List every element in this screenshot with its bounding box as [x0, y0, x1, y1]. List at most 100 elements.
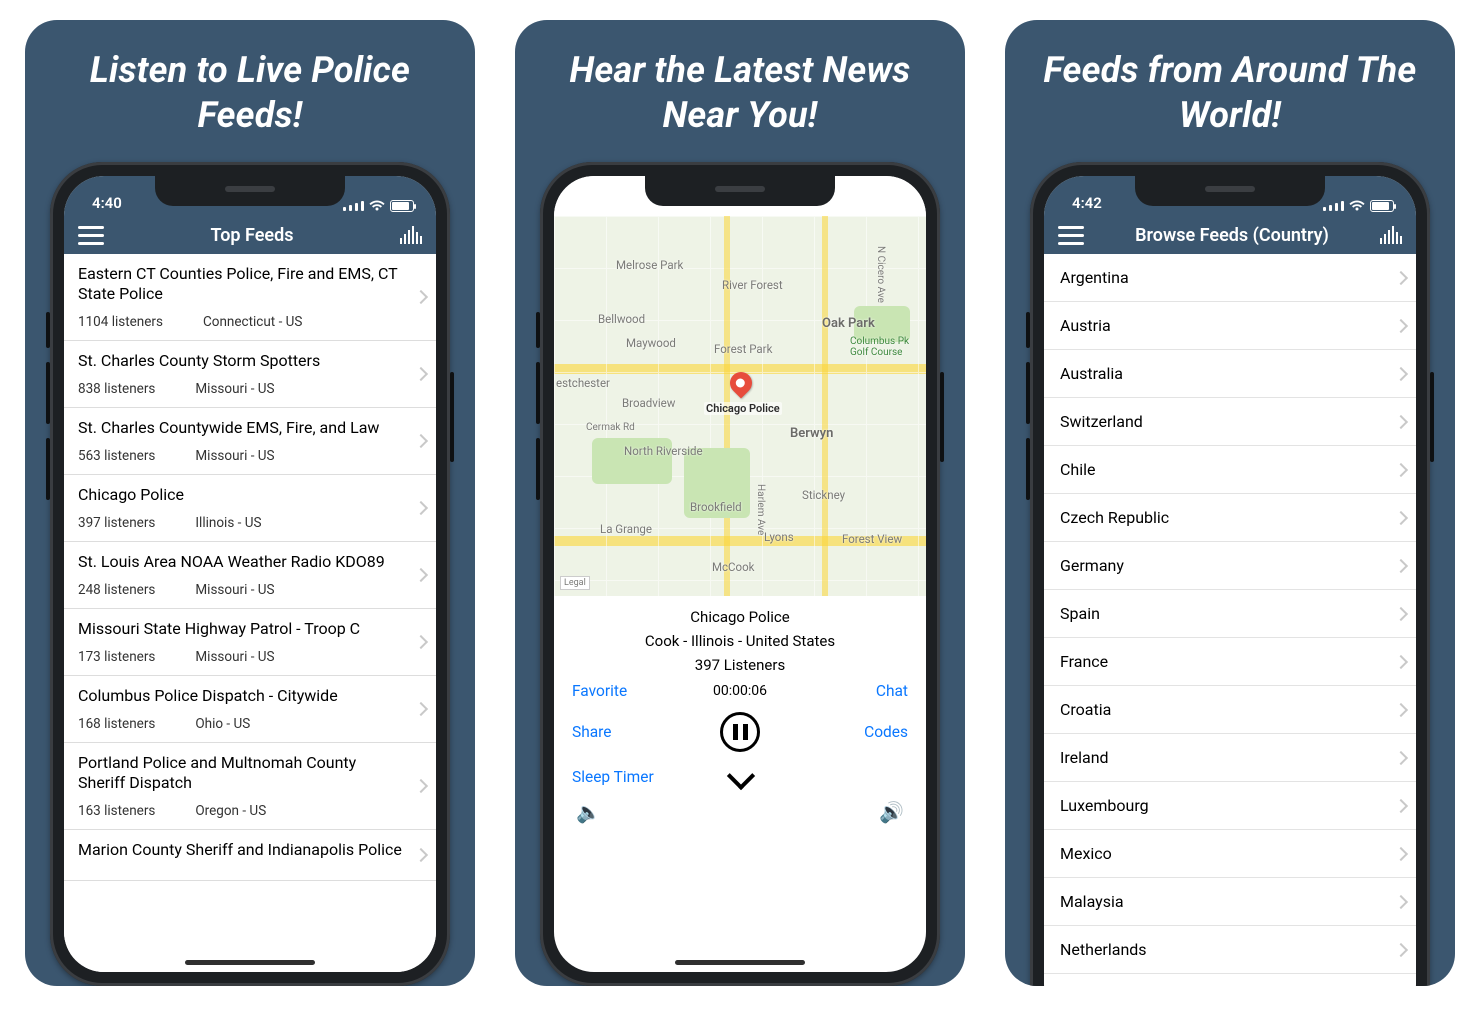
elapsed-time: 00:00:06 [713, 683, 767, 699]
country-row[interactable]: Mexico [1044, 830, 1416, 878]
feed-title: Columbus Police Dispatch - Citywide [78, 686, 406, 706]
feed-row[interactable]: Portland Police and Multnomah County She… [64, 743, 436, 830]
nav-title: Top Feeds [211, 225, 294, 246]
player-info: Chicago Police Cook - Illinois - United … [554, 596, 926, 824]
country-row[interactable]: Czech Republic [1044, 494, 1416, 542]
feed-row[interactable]: St. Charles County Storm Spotters838 lis… [64, 341, 436, 408]
nav-title: Browse Feeds (Country) [1135, 225, 1329, 246]
battery-icon [1370, 200, 1394, 212]
chevron-right-icon [414, 290, 428, 304]
feed-listeners: 173 listeners [78, 649, 155, 665]
country-row[interactable]: Germany [1044, 542, 1416, 590]
countries-list[interactable]: ArgentinaAustria Australia SwitzerlandChil… [1044, 254, 1416, 986]
feed-location: Illinois - US [195, 515, 261, 531]
chevron-down-icon[interactable] [727, 764, 753, 790]
map-label: North Riverside [624, 444, 703, 458]
phone-mock: Melrose Park River Forest Bellwood Maywo… [540, 162, 940, 986]
feed-location: Missouri - US [195, 448, 274, 464]
country-row[interactable]: Ireland [1044, 734, 1416, 782]
menu-icon[interactable] [78, 226, 104, 245]
feed-title: Chicago Police [78, 485, 406, 505]
country-name: Ireland [1060, 748, 1109, 767]
map-pin-icon[interactable] [730, 372, 754, 396]
map-label: McCook [712, 560, 755, 574]
pause-button[interactable] [720, 712, 760, 752]
feed-listeners: 1104 listeners [78, 314, 163, 330]
signal-icon [343, 201, 364, 211]
signal-icon [1323, 201, 1344, 211]
chevron-right-icon [1394, 750, 1408, 764]
phone-notch [1135, 176, 1325, 206]
country-row[interactable]: Austria [1044, 302, 1416, 350]
promo-headline: Listen to Live Police Feeds! [25, 20, 475, 162]
feed-location: Missouri - US [195, 381, 274, 397]
now-playing-icon[interactable] [1380, 226, 1402, 244]
feed-row[interactable]: St. Charles Countywide EMS, Fire, and La… [64, 408, 436, 475]
feed-listeners: 163 listeners [78, 803, 155, 819]
battery-icon [390, 200, 414, 212]
country-name: Mexico [1060, 844, 1112, 863]
feed-row[interactable]: St. Louis Area NOAA Weather Radio KDO892… [64, 542, 436, 609]
chevron-right-icon [1394, 846, 1408, 860]
country-row[interactable]: Australia [1044, 350, 1416, 398]
feeds-list[interactable]: Eastern CT Counties Police, Fire and EMS… [64, 254, 436, 972]
sleep-timer-button[interactable]: Sleep Timer [566, 768, 707, 786]
map-label: Columbus Pk Golf Course [850, 336, 920, 358]
country-row[interactable]: France [1044, 638, 1416, 686]
share-button[interactable]: Share [566, 723, 707, 741]
favorite-button[interactable]: Favorite [566, 682, 707, 700]
feed-listeners: 563 listeners [78, 448, 155, 464]
feed-location: Missouri - US [195, 582, 274, 598]
home-indicator [675, 960, 805, 965]
map-label: Harlem Ave [755, 484, 766, 535]
codes-button[interactable]: Codes [773, 723, 914, 741]
feed-location: Ohio - US [195, 716, 250, 732]
volume-up-icon[interactable]: 🔊 [879, 800, 904, 824]
map-label: estchester [556, 376, 610, 390]
country-row[interactable]: Peru [1044, 974, 1416, 986]
country-name: Australia [1060, 364, 1123, 383]
feed-title: Missouri State Highway Patrol - Troop C [78, 619, 406, 639]
country-row[interactable]: Spain [1044, 590, 1416, 638]
country-row[interactable]: Switzerland [1044, 398, 1416, 446]
phone-mock: 4:40 Top Feeds Eastern CT Counties Polic… [50, 162, 450, 986]
chevron-right-icon [414, 635, 428, 649]
country-row[interactable]: Chile [1044, 446, 1416, 494]
country-name: Spain [1060, 604, 1100, 623]
nav-bar: Browse Feeds (Country) [1044, 216, 1416, 254]
feed-row[interactable]: Missouri State Highway Patrol - Troop C 1… [64, 609, 436, 676]
country-row[interactable]: Netherlands [1044, 926, 1416, 974]
map-label: Forest View [842, 532, 902, 546]
station-map[interactable]: Melrose Park River Forest Bellwood Maywo… [554, 216, 926, 596]
map-label: River Forest [722, 278, 783, 292]
chevron-right-icon [1394, 366, 1408, 380]
home-indicator [185, 960, 315, 965]
station-location: Cook - Illinois - United States [566, 632, 914, 650]
feed-row[interactable]: Eastern CT Counties Police, Fire and EMS… [64, 254, 436, 341]
feed-title: Marion County Sheriff and Indianapolis P… [78, 840, 406, 860]
country-name: Malaysia [1060, 892, 1124, 911]
feed-row[interactable]: Chicago Police397 listenersIllinois - US [64, 475, 436, 542]
chevron-right-icon [1394, 270, 1408, 284]
map-label: Stickney [802, 488, 845, 502]
country-row[interactable]: Malaysia [1044, 878, 1416, 926]
chevron-right-icon [1394, 510, 1408, 524]
feed-row[interactable]: Marion County Sheriff and Indianapolis P… [64, 830, 436, 881]
feed-row[interactable]: Columbus Police Dispatch - Citywide168 l… [64, 676, 436, 743]
map-legal-button[interactable]: Legal [560, 576, 590, 590]
chevron-right-icon [414, 848, 428, 862]
menu-icon[interactable] [1058, 226, 1084, 245]
chevron-right-icon [1394, 462, 1408, 476]
chevron-right-icon [414, 367, 428, 381]
status-time: 4:42 [1072, 194, 1102, 212]
now-playing-icon[interactable] [400, 226, 422, 244]
map-label: Bellwood [598, 312, 645, 326]
volume-down-icon[interactable]: 🔈 [576, 800, 601, 824]
promo-panel-2: Hear the Latest News Near You! Melrose P… [515, 20, 965, 986]
map-label: N Cicero Ave [875, 246, 886, 303]
phone-notch [645, 176, 835, 206]
country-row[interactable]: Croatia [1044, 686, 1416, 734]
chat-button[interactable]: Chat [773, 682, 914, 700]
country-row[interactable]: Argentina [1044, 254, 1416, 302]
country-row[interactable]: Luxembourg [1044, 782, 1416, 830]
